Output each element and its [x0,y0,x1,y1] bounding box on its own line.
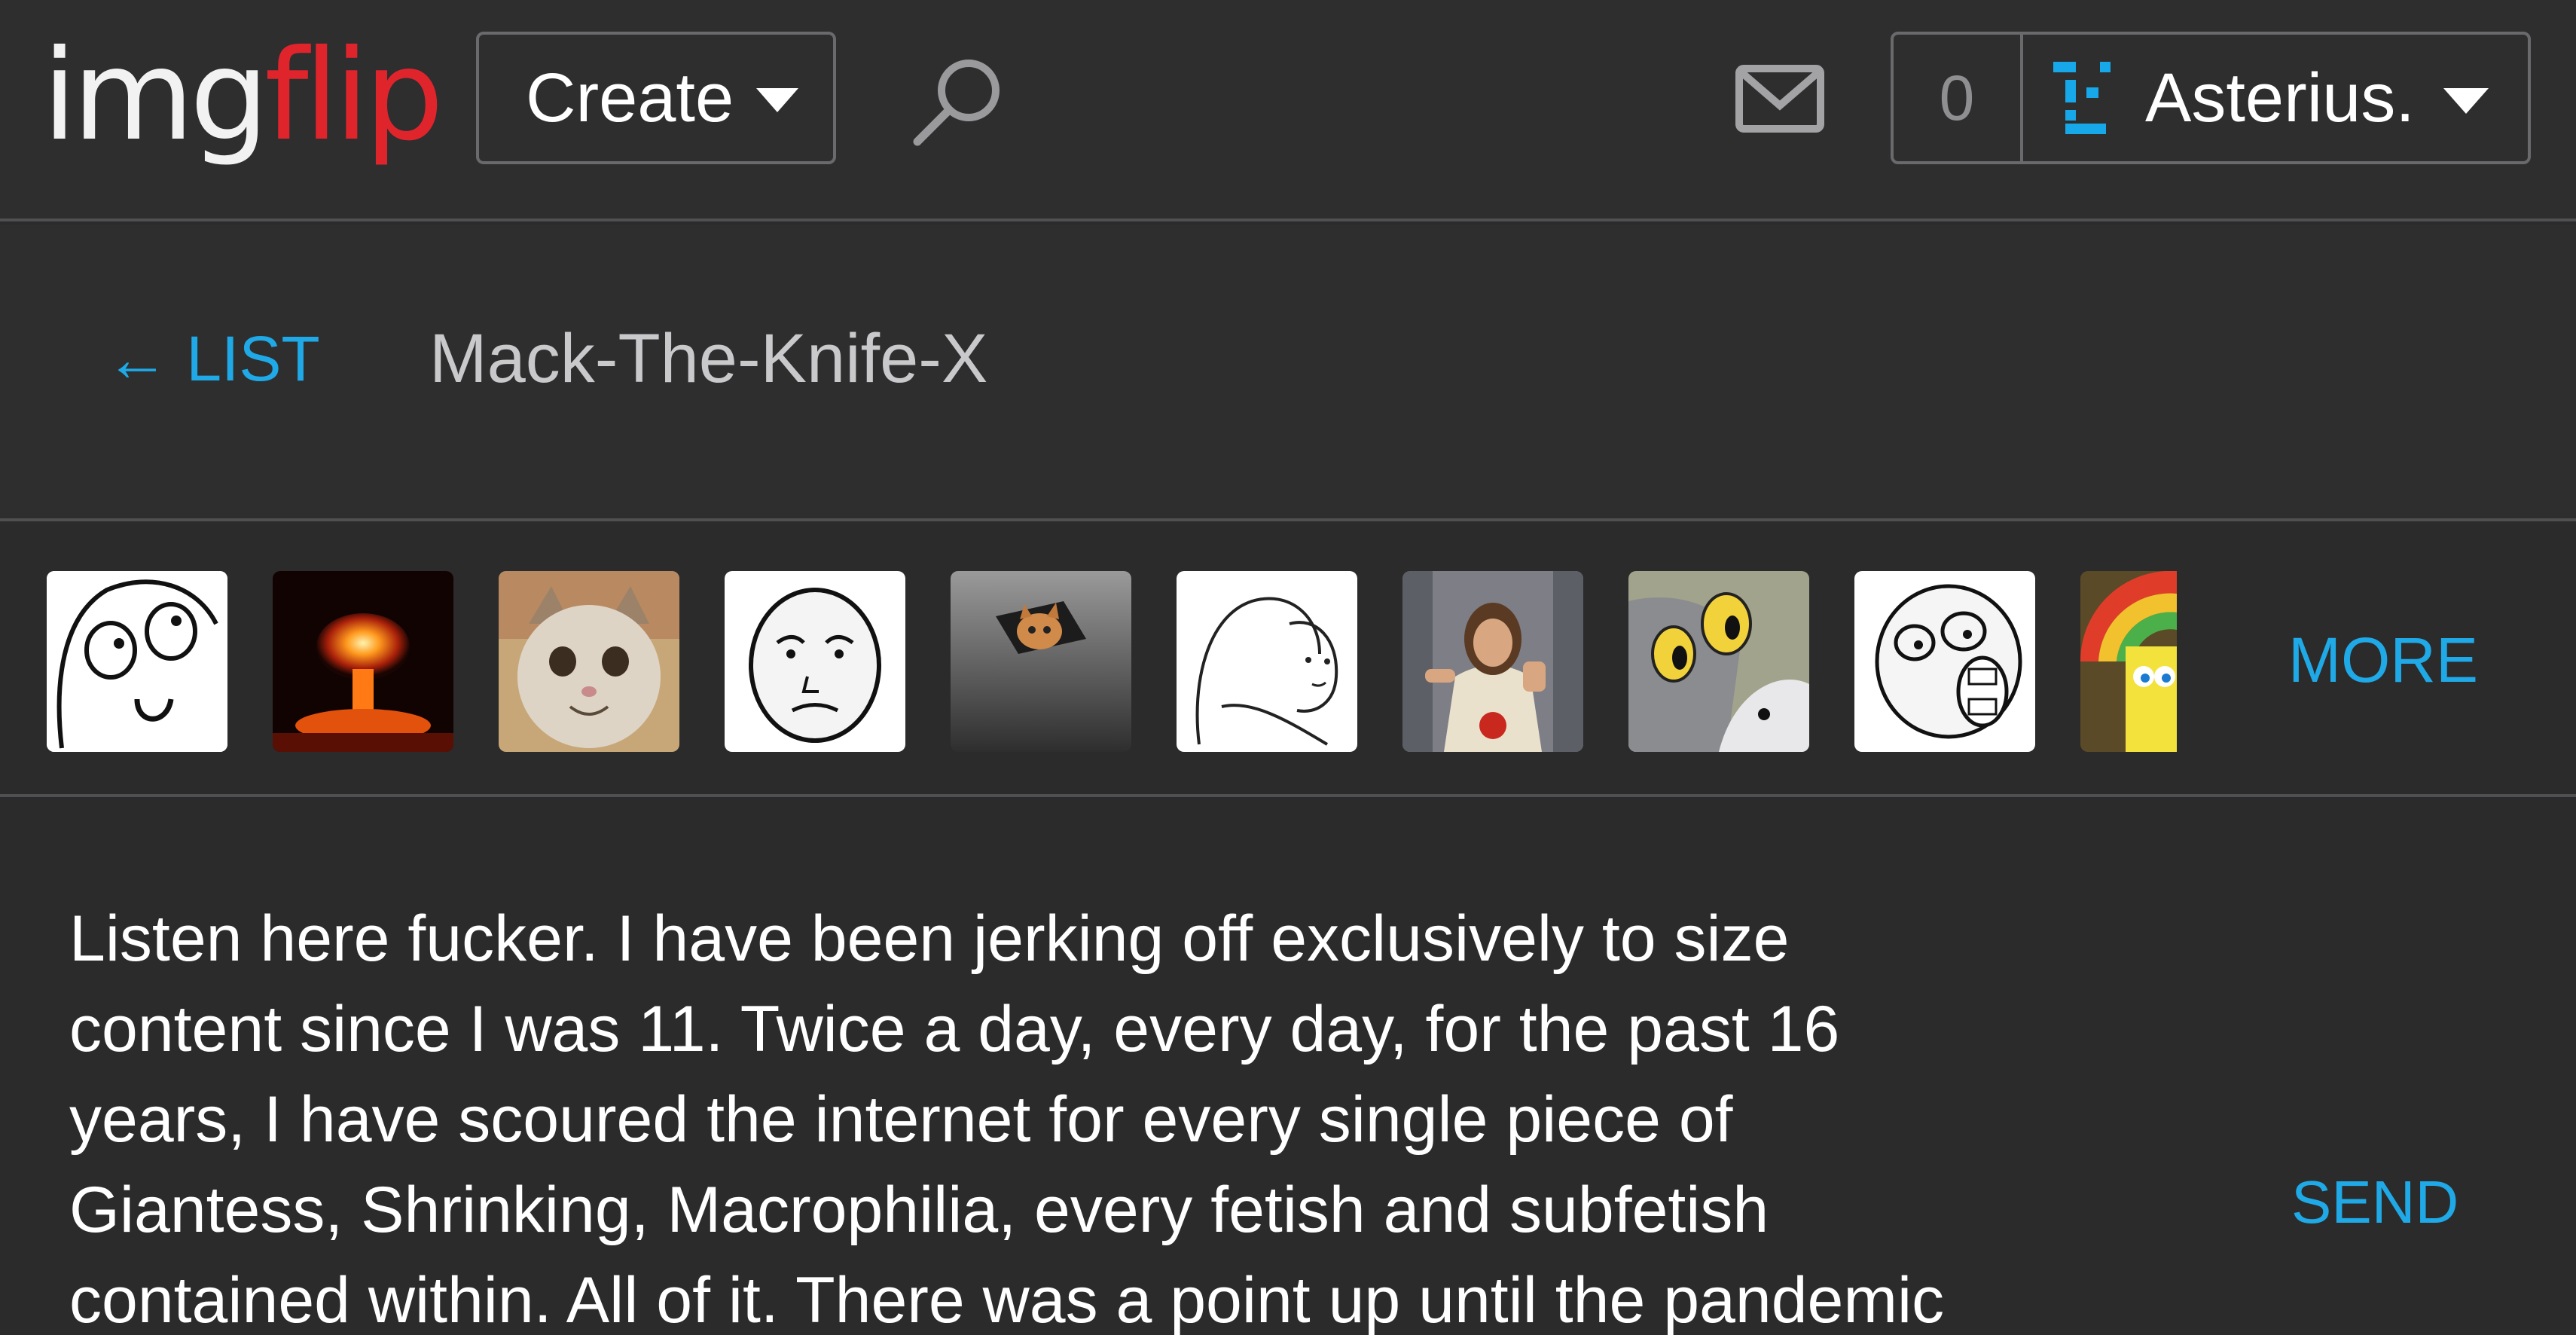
conversation-partner-name[interactable]: Mack-The-Knife-X [429,319,987,399]
search-icon[interactable] [910,53,1008,151]
user-menu-button[interactable]: Asterius. [2023,35,2528,161]
send-button[interactable]: SEND [2291,1168,2458,1237]
chevron-down-icon [2443,88,2489,114]
user-menu: 0 Asterius. [1891,32,2531,164]
chevron-down-icon [756,88,799,112]
thumbnail-smiling-cat[interactable] [499,571,679,752]
imgflip-logo[interactable]: imgflip [42,21,444,172]
logo-text-img: img [42,23,269,169]
thumbnail-unsettled-tom[interactable] [1628,571,1809,752]
thumbnail-buddy-christ[interactable] [1402,571,1583,752]
back-to-list-link[interactable]: ← LIST [105,322,320,396]
notification-count[interactable]: 0 [1894,35,2023,161]
mail-icon[interactable] [1735,65,1824,133]
thumbnail-derp-face[interactable] [47,571,227,752]
top-navbar: imgflip Create 0 Asterius. [0,0,2576,221]
conversation-header: ← LIST Mack-The-Knife-X [0,225,2576,521]
thumbnail-ceiling-cat[interactable] [951,571,1131,752]
more-templates-link[interactable]: MORE [2288,624,2478,697]
username: Asterius. [2145,59,2415,136]
create-button[interactable]: Create [476,32,836,164]
message-compose-area: Listen here fucker. I have been jerking … [0,800,2576,1335]
meme-template-picker: MORE [0,524,2576,797]
thumbnail-imagination-spongebob[interactable] [2080,571,2177,752]
thumbnail-wojak-hug[interactable] [1177,571,1357,752]
user-avatar-icon [2053,62,2114,134]
create-label: Create [526,59,734,136]
thumbnail-lol-face[interactable] [1854,571,2035,752]
thumbnail-nuclear-explosion[interactable] [273,571,453,752]
logo-text-flip: flip [264,23,444,169]
message-textarea[interactable]: Listen here fucker. I have been jerking … [69,894,2216,1335]
thumbnail-okay-face[interactable] [725,571,905,752]
